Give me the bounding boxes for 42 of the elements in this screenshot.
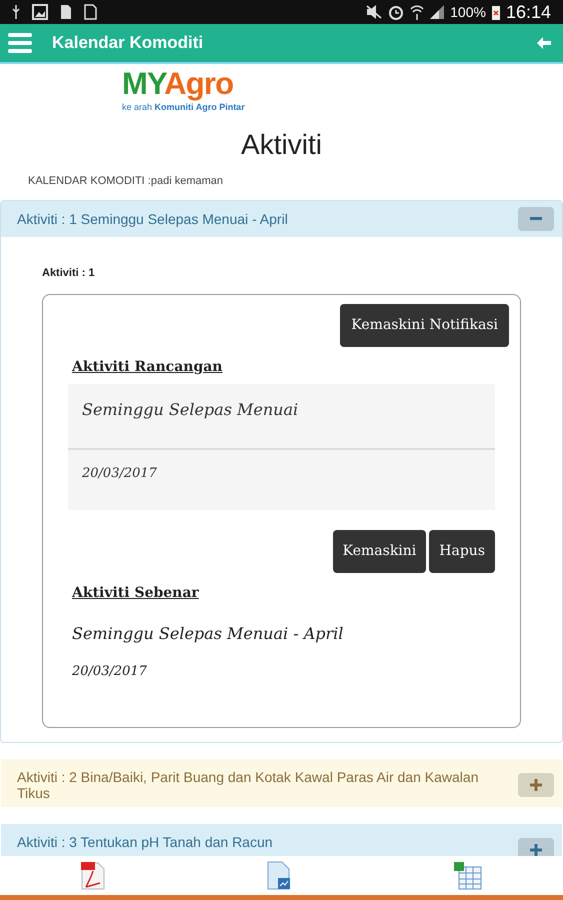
- back-arrow-icon[interactable]: [537, 37, 551, 49]
- planned-date-field[interactable]: 20/03/2017: [68, 450, 495, 510]
- delete-button[interactable]: Hapus: [429, 530, 495, 572]
- panel-header[interactable]: Aktiviti : 3 Tentukan pH Tanah dan Racun: [1, 824, 562, 856]
- minus-icon: [530, 217, 542, 221]
- document-chart-icon[interactable]: [266, 860, 292, 890]
- spreadsheet-icon[interactable]: [452, 860, 483, 890]
- wifi-icon: [410, 4, 424, 20]
- signal-icon: [430, 5, 444, 19]
- alarm-icon: [388, 4, 404, 20]
- sim-card-icon: [60, 4, 72, 20]
- document-icon: [84, 4, 98, 20]
- clock: 16:14: [506, 0, 551, 24]
- logo-tagline: ke arah Komuniti Agro Pintar: [122, 102, 246, 112]
- pdf-file-icon[interactable]: [80, 860, 106, 890]
- update-notification-button[interactable]: Kemaskini Notifikasi: [340, 304, 509, 346]
- battery-icon: [492, 4, 500, 20]
- actual-name: Seminggu Selepas Menuai - April: [72, 622, 344, 644]
- logo-text: MYAgro: [122, 66, 234, 102]
- expand-button[interactable]: [518, 773, 554, 797]
- actual-heading: Aktiviti Sebenar: [72, 584, 200, 602]
- plus-icon: [530, 779, 542, 791]
- app-title: Kalendar Komoditi: [52, 32, 204, 54]
- planned-heading: Aktiviti Rancangan: [72, 358, 224, 376]
- panel-title: Aktiviti : 3 Tentukan pH Tanah dan Racun: [17, 833, 274, 850]
- collapse-button[interactable]: [518, 207, 554, 231]
- commodity-subtitle: KALENDAR KOMODITI :padi kemaman: [28, 175, 224, 187]
- planned-name-field[interactable]: Seminggu Selepas Menuai: [68, 384, 495, 450]
- page-title: Aktiviti: [241, 129, 322, 160]
- battery-level: 100%: [450, 2, 486, 22]
- panel-title: Aktiviti : 1 Seminggu Selepas Menuai - April: [17, 210, 289, 227]
- update-button[interactable]: Kemaskini: [332, 530, 426, 572]
- activity-label: Aktiviti : 1: [42, 266, 96, 281]
- panel-header[interactable]: Aktiviti : 2 Bina/Baiki, Parit Buang dan Kotak Kawal Paras Air dan Kawalan Tikus: [1, 759, 562, 807]
- menu-icon[interactable]: [8, 33, 32, 53]
- panel-title: Aktiviti : 2 Bina/Baiki, Parit Buang dan Kotak Kawal Paras Air dan Kawalan Tikus: [17, 768, 480, 801]
- plus-icon: [530, 844, 542, 856]
- usb-icon: [12, 5, 20, 19]
- image-icon: [32, 4, 48, 20]
- actual-date: 20/03/2017: [72, 662, 148, 680]
- mute-icon: [366, 5, 382, 19]
- panel-header[interactable]: Aktiviti : 1 Seminggu Selepas Menuai - April: [1, 201, 562, 237]
